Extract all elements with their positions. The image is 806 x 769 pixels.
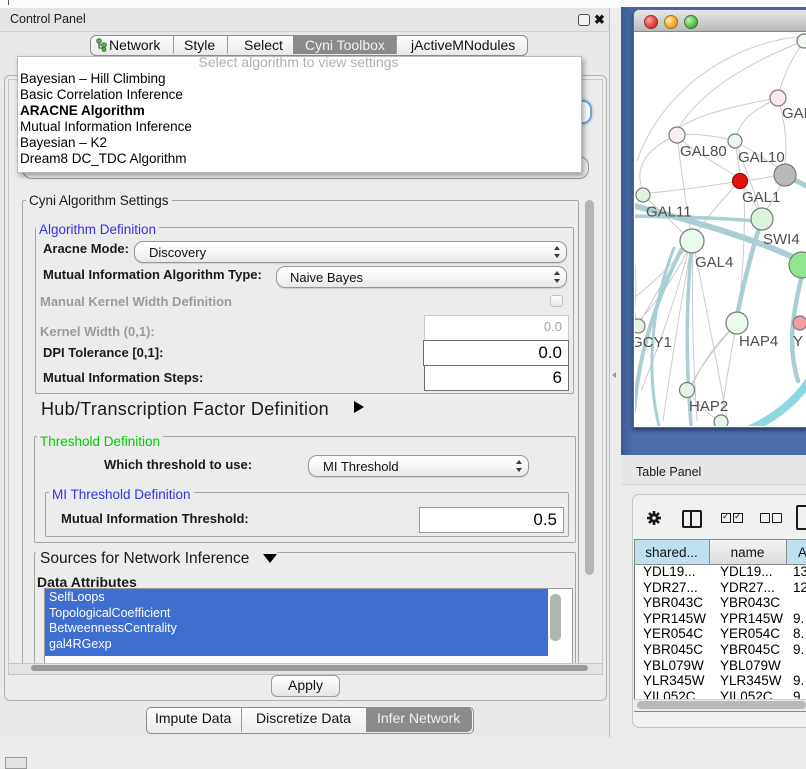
svg-text:GAL2: GAL2 — [782, 105, 806, 122]
svg-text:GAL1: GAL1 — [742, 189, 780, 206]
svg-text:Y: Y — [793, 333, 803, 350]
svg-text:GAL4: GAL4 — [695, 254, 733, 271]
svg-text:GAL80: GAL80 — [680, 143, 727, 160]
svg-text:GCY1: GCY1 — [635, 334, 672, 351]
svg-text:HAP4: HAP4 — [739, 333, 778, 350]
svg-text:HAP2: HAP2 — [689, 398, 728, 415]
svg-text:GAL11: GAL11 — [646, 204, 692, 221]
svg-text:SWI4: SWI4 — [763, 231, 800, 248]
svg-text:GAL10: GAL10 — [738, 149, 785, 166]
